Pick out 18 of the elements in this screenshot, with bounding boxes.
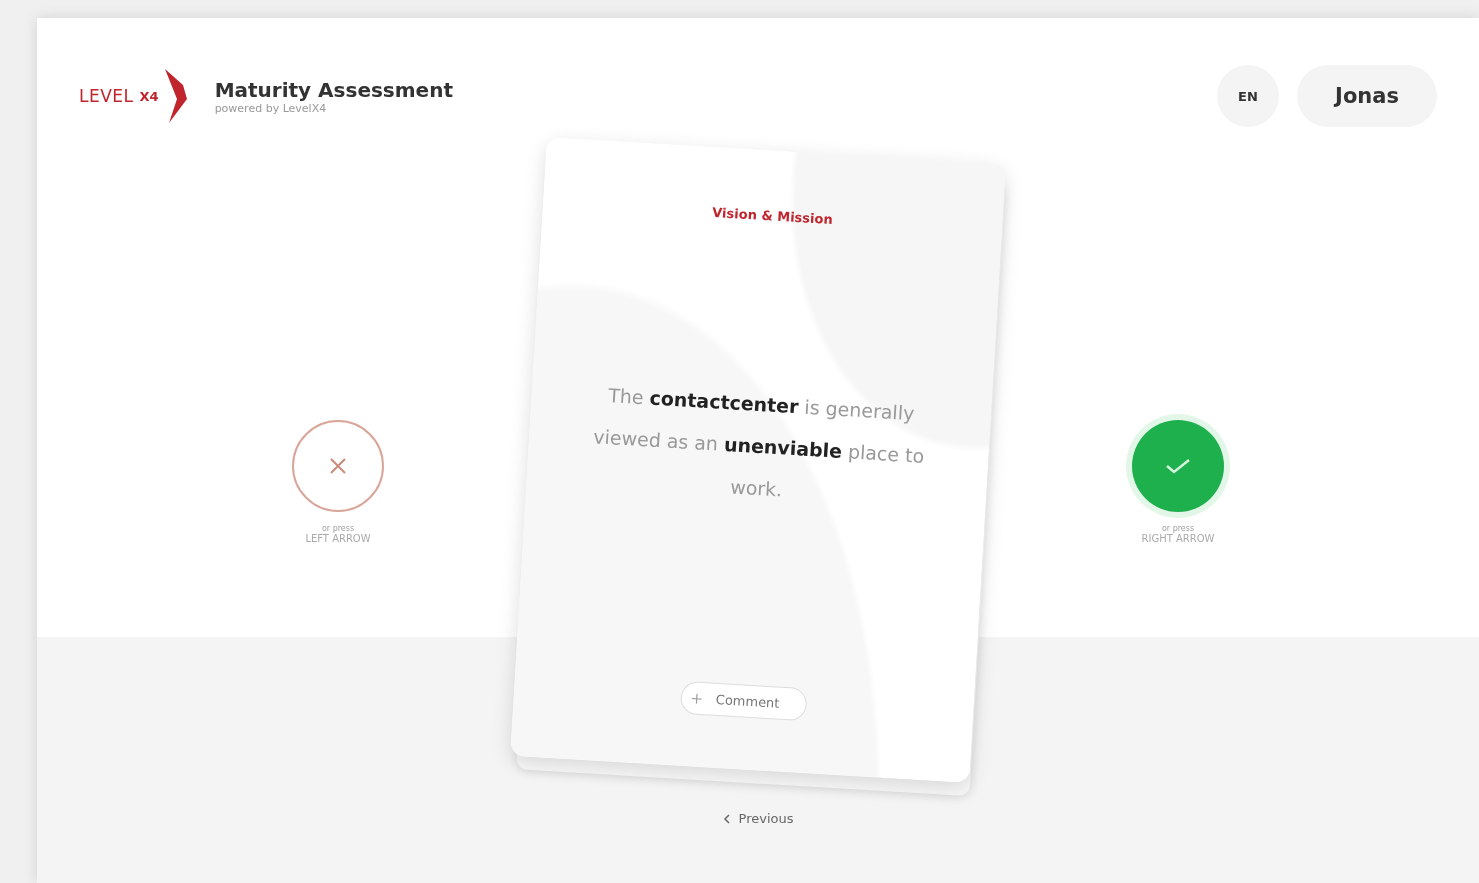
plus-icon (691, 693, 703, 704)
logo-text: LEVEL (79, 86, 134, 106)
chevron-left-icon (722, 813, 731, 824)
card-statement: The contactcenter is generally viewed as an unenviable place to work. (591, 383, 926, 503)
check-icon (1165, 457, 1191, 475)
language-button[interactable]: EN (1217, 65, 1279, 127)
key-label: LEFT ARROW (305, 533, 371, 544)
comment-button[interactable]: Comment (679, 680, 808, 722)
previous-link[interactable]: Previous (716, 810, 800, 827)
user-button[interactable]: Jonas (1297, 65, 1437, 127)
key-hint: or press (1161, 524, 1195, 533)
card-category: Vision & Mission (711, 204, 834, 227)
app-subtitle: powered by LevelX4 (214, 101, 328, 115)
close-icon (329, 457, 347, 475)
app-title: Maturity Assessment (214, 77, 453, 102)
logo-mark: X4 (139, 88, 159, 104)
key-label: RIGHT ARROW (1141, 533, 1215, 544)
key-hint: or press (321, 524, 355, 533)
